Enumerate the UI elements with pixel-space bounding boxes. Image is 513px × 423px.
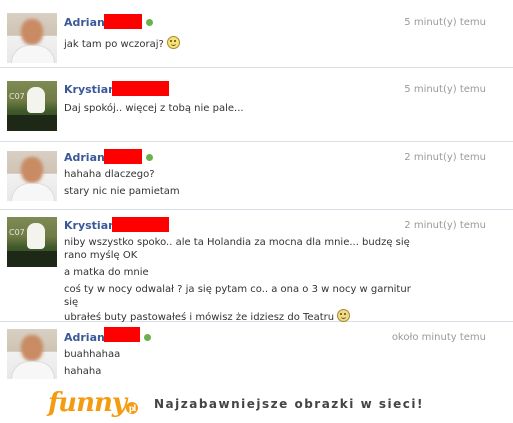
message-time: 2 minut(y) temu — [404, 220, 486, 231]
message-line: coś ty w nocy odwalał ? ja się pytam co.… — [64, 284, 411, 308]
message-time: 5 minut(y) temu — [404, 17, 486, 28]
message-line: a matka do mnie — [64, 267, 149, 278]
avatar[interactable] — [7, 151, 57, 201]
avatar[interactable]: C07 — [7, 217, 57, 267]
avatar-face — [21, 335, 43, 361]
name-redaction — [104, 14, 142, 29]
message-time: około minuty temu — [391, 332, 486, 343]
message-text: jak tam po wczoraj? — [64, 36, 424, 51]
author-name[interactable]: Adrian — [64, 16, 105, 29]
online-indicator-icon — [144, 334, 151, 341]
avatar[interactable] — [7, 13, 57, 63]
message-time: 5 minut(y) temu — [404, 84, 486, 95]
avatar-figure — [27, 87, 45, 113]
online-indicator-icon — [146, 154, 153, 161]
avatar[interactable]: C07 — [7, 81, 57, 131]
funny-logo[interactable]: funny pl — [48, 388, 139, 418]
message-line: buahhahaa — [64, 349, 121, 360]
avatar-figure — [27, 223, 45, 249]
message-line: stary nic nie pamietam — [64, 186, 180, 197]
logo-text: funny — [48, 388, 127, 418]
avatar-shirt — [11, 45, 55, 63]
online-indicator-icon — [146, 19, 153, 26]
message-text: buahhahaa hahaha — [64, 348, 424, 378]
author-name[interactable]: Adrian — [64, 151, 105, 164]
message-line: jak tam po wczoraj? — [64, 39, 164, 50]
name-redaction — [104, 149, 142, 164]
chat-message: Adrian 2 minut(y) temu hahaha dlaczego? … — [0, 141, 513, 210]
message-line: niby wszystko spoko.. ale ta Holandia za… — [64, 237, 410, 248]
chat-message: Adrian około minuty temu buahhahaa hahah… — [0, 321, 513, 383]
name-redaction — [112, 81, 169, 96]
avatar-text: C07 — [9, 228, 25, 237]
avatar-shirt — [11, 361, 55, 379]
message-line: rano myślę OK — [64, 250, 138, 261]
chat-message: Adrian 5 minut(y) temu jak tam po wczora… — [0, 0, 513, 68]
author-name[interactable]: Krystian — [64, 83, 116, 96]
logo-badge: pl — [126, 402, 139, 414]
message-line: hahaha dlaczego? — [64, 169, 155, 180]
watermark-footer: funny pl Najzabawniejsze obrazki w sieci! — [0, 383, 513, 423]
message-line: Daj spokój.. więcej z tobą nie pale... — [64, 103, 244, 114]
message-time: 2 minut(y) temu — [404, 152, 486, 163]
name-redaction — [104, 327, 140, 342]
chat-message: C07 Krystian 2 minut(y) temu niby wszyst… — [0, 209, 513, 324]
smile-icon — [166, 36, 180, 49]
name-redaction — [112, 217, 169, 232]
avatar-shirt — [11, 183, 55, 201]
author-name[interactable]: Adrian — [64, 331, 105, 344]
message-text: Daj spokój.. więcej z tobą nie pale... — [64, 102, 424, 115]
message-text: hahaha dlaczego? stary nic nie pamietam — [64, 168, 424, 198]
author-name[interactable]: Krystian — [64, 219, 116, 232]
chat-message: C07 Krystian 5 minut(y) temu Daj spokój.… — [0, 67, 513, 142]
avatar-face — [21, 19, 43, 45]
message-text: niby wszystko spoko.. ale ta Holandia za… — [64, 236, 424, 324]
avatar-text: C07 — [9, 92, 25, 101]
avatar-ground — [7, 115, 57, 131]
message-line: hahaha — [64, 366, 102, 377]
avatar-ground — [7, 251, 57, 267]
slogan-text: Najzabawniejsze obrazki w sieci! — [154, 397, 424, 411]
avatar-face — [21, 157, 43, 183]
avatar[interactable] — [7, 329, 57, 379]
